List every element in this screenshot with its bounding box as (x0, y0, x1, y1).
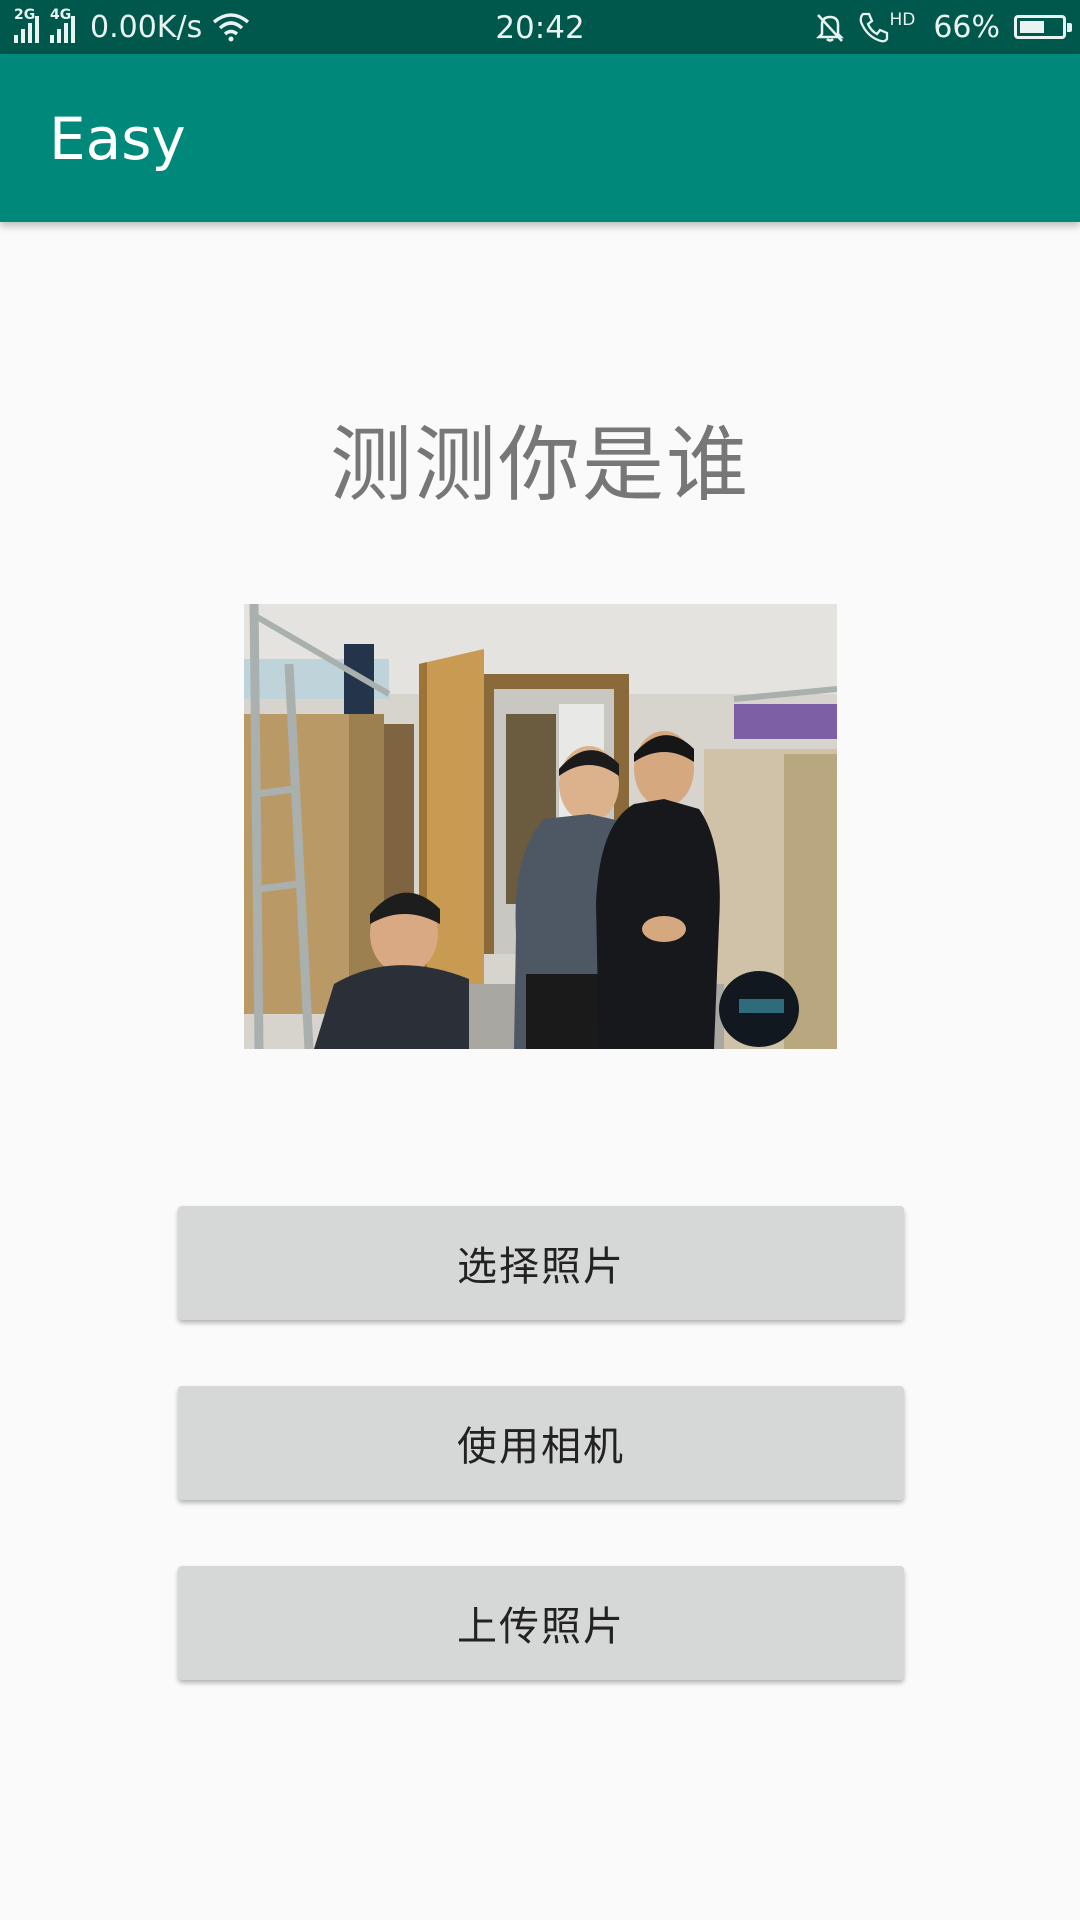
photo-preview (244, 604, 837, 1049)
status-bar: 2G 4G 0.00K/s 20:42 HD 66% (0, 0, 1080, 54)
mute-bell-icon (816, 14, 845, 42)
page-heading: 测测你是谁 (329, 418, 750, 513)
photo-image (244, 604, 837, 1049)
choose-photo-button[interactable]: 选择照片 (178, 1206, 904, 1320)
hd-badge: HD (889, 10, 916, 30)
battery-icon (1014, 15, 1072, 39)
hd-call-icon (860, 12, 889, 43)
upload-photo-button[interactable]: 上传照片 (178, 1566, 904, 1680)
status-right: HD 66% (813, 0, 1072, 54)
use-camera-button[interactable]: 使用相机 (178, 1386, 904, 1500)
battery-percent: 66% (933, 9, 1000, 45)
app-title: Easy (49, 105, 186, 173)
app-bar: Easy (0, 54, 1080, 222)
